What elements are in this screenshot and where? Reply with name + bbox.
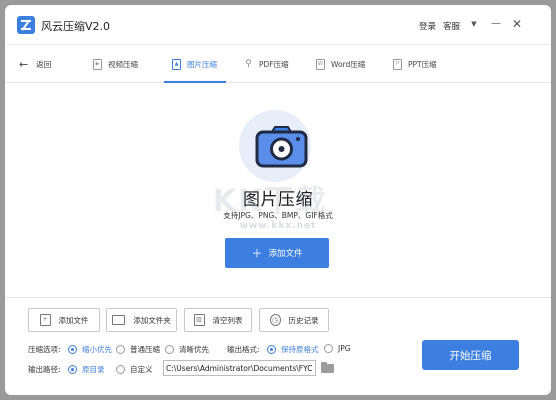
output-path-label: 输出路径:: [28, 365, 61, 374]
radio-label: 原目录: [82, 365, 105, 374]
radio-format-jpg[interactable]: JPG: [324, 344, 351, 353]
radio-dot: [324, 344, 333, 353]
radio-label: 自定义: [130, 365, 153, 374]
add-file-button[interactable]: + 添加文件: [28, 308, 100, 332]
radio-output-custom[interactable]: 自定义: [116, 364, 153, 375]
supported-formats-text: 支持JPG、PNG、BMP、GIF格式: [223, 211, 333, 220]
tab-image[interactable]: ▲ 图片压缩: [172, 56, 217, 72]
tab-label: PDF压缩: [259, 59, 289, 69]
tab-label: 图片压缩: [187, 59, 217, 69]
back-button[interactable]: ← 返回: [19, 57, 52, 71]
radio-label: JPG: [338, 344, 351, 353]
file-add-icon: +: [39, 314, 51, 326]
tab-word[interactable]: W Word压缩: [316, 56, 365, 72]
service-link[interactable]: 客服: [443, 20, 460, 32]
tab-label: 视频压缩: [108, 59, 138, 69]
login-link[interactable]: 登录: [419, 20, 436, 32]
pdf-file-icon: ⚲: [245, 58, 252, 69]
radio-output-original[interactable]: 原目录: [68, 364, 105, 375]
tab-ppt[interactable]: P PPT压缩: [393, 56, 437, 72]
tab-video[interactable]: ▶ 视频压缩: [93, 56, 138, 72]
radio-dot: [116, 345, 125, 354]
arrow-left-icon: ←: [19, 57, 29, 71]
app-window: 风云压缩V2.0 登录 客服 ▼ — ✕ ← 返回 ▶ 视频压缩 ▲ 图片压缩 …: [5, 5, 551, 395]
output-path-input[interactable]: [163, 360, 316, 376]
dropdown-triangle-icon[interactable]: ▼: [467, 17, 481, 31]
tab-label: PPT压缩: [408, 59, 437, 69]
add-file-main-button[interactable]: ＋ 添加文件: [225, 238, 329, 268]
back-label: 返回: [36, 59, 52, 69]
start-compress-button[interactable]: 开始压缩: [422, 340, 519, 370]
image-file-icon: ▲: [172, 58, 181, 70]
compress-options-label: 压缩选项:: [28, 345, 61, 354]
folder-add-icon: [112, 315, 126, 325]
clear-list-button-label: 清空列表: [212, 315, 243, 325]
app-title: 风云压缩V2.0: [41, 20, 111, 33]
clock-icon: ◷: [269, 314, 281, 326]
add-file-button-label: 添加文件: [58, 315, 89, 325]
plus-icon: ＋: [251, 247, 263, 260]
title-bar: 风云压缩V2.0 登录 客服 ▼ — ✕: [5, 5, 551, 45]
radio-compress-smallest[interactable]: 缩小优先: [68, 344, 112, 355]
radio-dot: [165, 345, 174, 354]
radio-label: 缩小优先: [82, 345, 112, 354]
add-folder-button[interactable]: 添加文件夹: [106, 308, 177, 332]
radio-label: 保持原格式: [281, 345, 319, 354]
radio-format-keep[interactable]: 保持原格式: [267, 344, 319, 355]
watermark-url: www.kkx.net: [239, 221, 317, 231]
radio-dot: [68, 365, 77, 374]
trash-icon: ▥: [193, 314, 205, 326]
active-tab-indicator: [164, 81, 226, 83]
word-file-icon: W: [316, 58, 325, 70]
radio-dot: [68, 345, 77, 354]
app-logo-icon: [17, 16, 35, 34]
radio-dot: [116, 365, 125, 374]
page-title: 图片压缩: [243, 190, 313, 210]
output-format-label: 输出格式:: [227, 345, 260, 354]
radio-compress-normal[interactable]: 普通压缩: [116, 344, 160, 355]
radio-dot: [267, 345, 276, 354]
radio-label: 清晰优先: [179, 345, 209, 354]
camera-icon: [255, 126, 308, 168]
radio-compress-clarity[interactable]: 清晰优先: [165, 344, 209, 355]
minimize-icon[interactable]: —: [489, 17, 503, 31]
folder-icon[interactable]: [321, 362, 334, 373]
video-file-icon: ▶: [93, 58, 102, 70]
tab-label: Word压缩: [331, 59, 366, 69]
ppt-file-icon: P: [393, 58, 402, 70]
clear-list-button[interactable]: ▥ 清空列表: [184, 308, 252, 332]
history-button[interactable]: ◷ 历史记录: [259, 308, 329, 332]
tab-bar: ← 返回 ▶ 视频压缩 ▲ 图片压缩 ⚲ PDF压缩 W Word压缩 P PP…: [5, 46, 551, 83]
history-button-label: 历史记录: [288, 315, 319, 325]
add-folder-button-label: 添加文件夹: [133, 315, 171, 325]
tab-pdf[interactable]: ⚲ PDF压缩: [244, 56, 289, 72]
bottom-panel: + 添加文件 添加文件夹 ▥ 清空列表 ◷ 历史记录 压缩选项: 缩小优先 普通…: [5, 297, 551, 395]
add-file-label: 添加文件: [268, 249, 303, 259]
radio-label: 普通压缩: [130, 345, 160, 354]
close-icon[interactable]: ✕: [510, 17, 524, 31]
